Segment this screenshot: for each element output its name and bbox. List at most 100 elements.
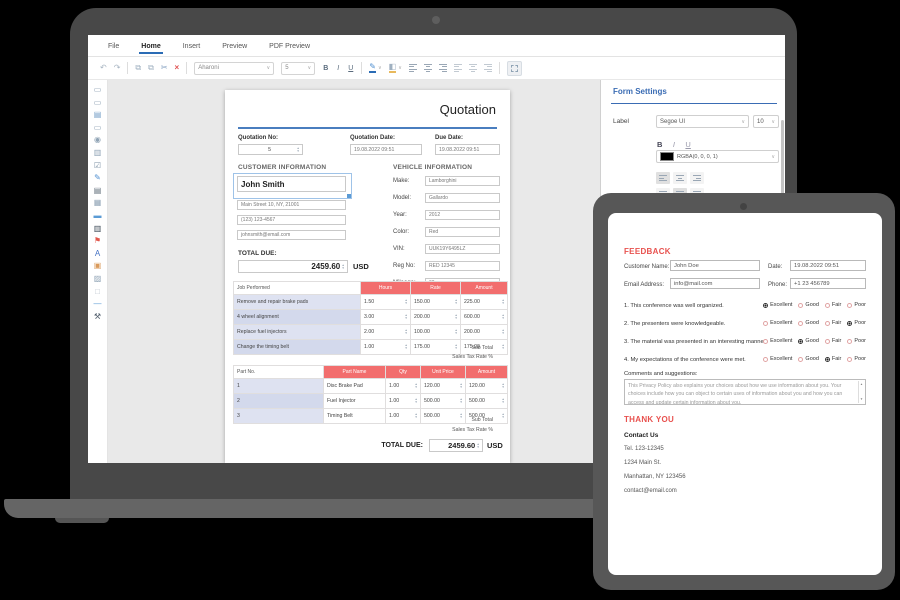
- align-center-button[interactable]: [424, 64, 432, 73]
- align-left-button[interactable]: [409, 64, 417, 73]
- radio-option-good[interactable]: Good: [798, 320, 818, 326]
- fs-italic-button[interactable]: I: [670, 140, 678, 149]
- job-hours-cell[interactable]: 1.00: [361, 340, 411, 355]
- underline-button[interactable]: U: [347, 65, 354, 72]
- textarea-scrollbar[interactable]: [858, 381, 864, 403]
- radio-option-fair[interactable]: Fair: [825, 356, 841, 362]
- quotation-document[interactable]: Quotation Quotation No: 5 Quotation Date…: [225, 90, 510, 463]
- vehicle-row-field[interactable]: Lamborghini: [425, 176, 500, 186]
- shape-icon[interactable]: □: [95, 288, 100, 296]
- part-name-cell[interactable]: Disc Brake Pad: [324, 379, 386, 394]
- vehicle-row-field[interactable]: RED 12345: [425, 261, 500, 271]
- radio-option-good[interactable]: Good: [798, 356, 818, 362]
- print-control-icon[interactable]: ▤: [94, 187, 102, 195]
- job-amount-cell[interactable]: 200.00: [461, 325, 508, 340]
- radio-button-icon[interactable]: [847, 303, 852, 308]
- picture-icon[interactable]: ▨: [94, 275, 102, 283]
- fs-bold-button[interactable]: B: [654, 140, 665, 149]
- part-amount-cell[interactable]: 500.00: [466, 394, 508, 409]
- spinner-icon[interactable]: [342, 264, 344, 270]
- radio-button-icon[interactable]: [763, 357, 768, 362]
- spinner-icon[interactable]: [455, 329, 457, 335]
- paste-icon[interactable]: ⧉: [148, 64, 154, 72]
- spinner-icon[interactable]: [502, 344, 504, 350]
- spinner-icon[interactable]: [405, 299, 407, 305]
- quotation-no-field[interactable]: 5: [238, 144, 303, 155]
- spinner-icon[interactable]: [405, 344, 407, 350]
- fb-email-field[interactable]: info@mail.com: [670, 278, 760, 289]
- valign-top-button[interactable]: [454, 64, 462, 73]
- part-name-cell[interactable]: Timing Belt: [324, 409, 386, 424]
- job-hours-cell[interactable]: 1.50: [361, 295, 411, 310]
- spinner-icon[interactable]: [477, 443, 479, 449]
- radio-option-excellent[interactable]: Excellent: [763, 302, 792, 308]
- radio-option-fair[interactable]: Fair: [825, 320, 841, 326]
- vehicle-row-field[interactable]: Red: [425, 227, 500, 237]
- combo-box-icon[interactable]: ▭: [94, 99, 102, 107]
- customer-address-field[interactable]: Main Street 10, NY, 21001: [237, 200, 346, 210]
- radio-button-icon[interactable]: [825, 357, 830, 362]
- due-date-field[interactable]: 19.08.2022 09:51: [435, 144, 500, 155]
- spinner-icon[interactable]: [502, 383, 504, 389]
- font-color-button[interactable]: ✎: [369, 63, 381, 73]
- job-amount-cell[interactable]: 225.00: [461, 295, 508, 310]
- radio-option-good[interactable]: Good: [798, 302, 818, 308]
- highlight-color-button[interactable]: ◧: [389, 63, 402, 73]
- italic-button[interactable]: I: [336, 65, 340, 72]
- radio-option-fair[interactable]: Fair: [825, 302, 841, 308]
- job-rate-cell[interactable]: 200.00: [411, 310, 461, 325]
- spinner-icon[interactable]: [297, 147, 299, 153]
- part-price-cell[interactable]: 500.00: [421, 409, 466, 424]
- cut-icon[interactable]: ✂: [161, 64, 168, 72]
- radio-button-icon[interactable]: [798, 339, 803, 344]
- font-color-select[interactable]: RGBA(0, 0, 0, 1): [656, 150, 779, 163]
- radio-option-excellent[interactable]: Excellent: [763, 338, 792, 344]
- fs-align-right-button[interactable]: [690, 172, 704, 184]
- font-family-select[interactable]: Aharoni: [194, 62, 274, 75]
- spinner-icon[interactable]: [415, 398, 417, 404]
- job-rate-cell[interactable]: 175.00: [411, 340, 461, 355]
- toolbox-tools-icon[interactable]: ⚒: [94, 313, 101, 321]
- radio-option-excellent[interactable]: Excellent: [763, 356, 792, 362]
- align-right-button[interactable]: [439, 64, 447, 73]
- font-size-select[interactable]: 5: [281, 62, 315, 75]
- radio-option-poor[interactable]: Poor: [847, 302, 866, 308]
- spinner-icon[interactable]: [405, 329, 407, 335]
- spinner-icon[interactable]: [460, 383, 462, 389]
- part-name-cell[interactable]: Fuel Injector: [324, 394, 386, 409]
- spinner-icon[interactable]: [502, 329, 504, 335]
- radio-button-icon[interactable]: [798, 321, 803, 326]
- vehicle-row-field[interactable]: UUK19Y6495LZ: [425, 244, 500, 254]
- label-size-select[interactable]: 10: [753, 115, 779, 128]
- vehicle-row-field[interactable]: 2012: [425, 210, 500, 220]
- spinner-icon[interactable]: [502, 299, 504, 305]
- fs-underline-button[interactable]: U: [682, 140, 693, 149]
- rich-text-box-icon[interactable]: ▤: [94, 111, 102, 119]
- customer-phone-field[interactable]: (123) 123-4567: [237, 215, 346, 225]
- fb-customer-name-field[interactable]: John Doe: [670, 260, 760, 271]
- spinner-icon[interactable]: [415, 383, 417, 389]
- line-icon[interactable]: —: [94, 300, 102, 308]
- spinner-icon[interactable]: [502, 314, 504, 320]
- customer-name-field[interactable]: John Smith: [237, 176, 346, 192]
- fit-to-window-button[interactable]: [507, 61, 522, 76]
- customer-email-field[interactable]: johnsmith@email.com: [237, 230, 346, 240]
- fs-align-left-button[interactable]: [656, 172, 670, 184]
- table-icon[interactable]: ▦: [94, 199, 102, 207]
- job-rate-cell[interactable]: 150.00: [411, 295, 461, 310]
- tab-preview[interactable]: Preview: [212, 38, 257, 54]
- radio-option-good[interactable]: Good: [798, 338, 818, 344]
- radio-button-icon[interactable]: [847, 321, 852, 326]
- radio-button-icon[interactable]: [825, 321, 830, 326]
- image-box-icon[interactable]: ▣: [94, 262, 102, 270]
- radio-option-poor[interactable]: Poor: [847, 356, 866, 362]
- text-field-icon[interactable]: ▭: [94, 86, 102, 94]
- part-qty-cell[interactable]: 1.00: [386, 379, 421, 394]
- selection-handle[interactable]: [347, 194, 351, 198]
- spinner-icon[interactable]: [460, 413, 462, 419]
- valign-bottom-button[interactable]: [484, 64, 492, 73]
- label-font-select[interactable]: Segoe UI: [656, 115, 749, 128]
- job-hours-cell[interactable]: 2.00: [361, 325, 411, 340]
- spinner-icon[interactable]: [415, 413, 417, 419]
- spinner-icon[interactable]: [405, 314, 407, 320]
